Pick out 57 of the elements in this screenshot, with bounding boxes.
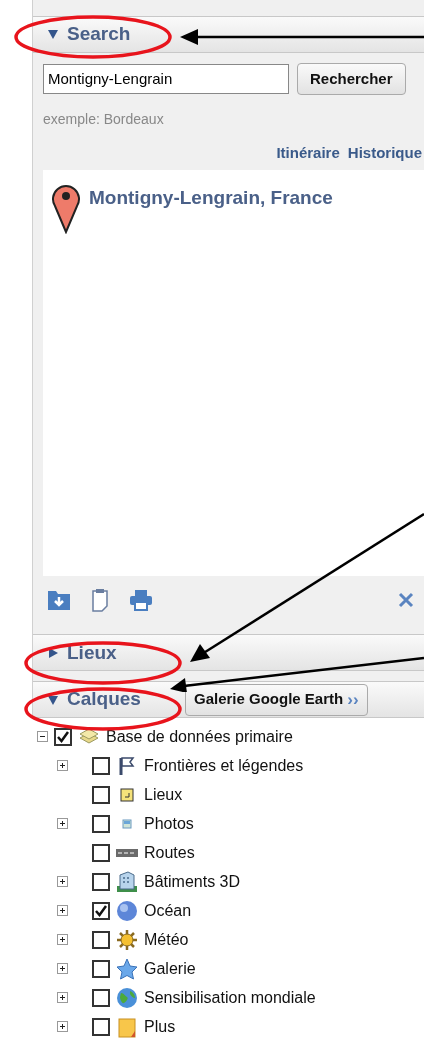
layer-checkbox[interactable] (92, 901, 110, 920)
search-hint: exemple: Bordeaux (43, 109, 164, 129)
layer-label[interactable]: Plus (144, 1014, 176, 1039)
earth-icon (116, 986, 138, 1009)
layer-checkbox[interactable] (54, 727, 72, 746)
collapse-triangle-icon[interactable] (47, 693, 59, 706)
layer-checkbox[interactable] (92, 785, 110, 804)
close-icon[interactable] (398, 591, 414, 608)
expand-icon[interactable] (57, 934, 68, 945)
print-icon[interactable] (129, 588, 153, 611)
expand-icon[interactable] (57, 876, 68, 887)
layer-label[interactable]: Routes (144, 840, 195, 865)
folder-download-icon[interactable] (47, 588, 71, 611)
search-field[interactable]: Montigny-Lengrain (43, 63, 289, 94)
expand-icon[interactable] (57, 1021, 68, 1032)
section-toggle[interactable]: Lieux (43, 637, 169, 668)
link[interactable]: Itinéraire (276, 141, 340, 165)
result-title[interactable]: Montigny-Lengrain, France (89, 184, 333, 213)
sun-icon (116, 928, 138, 951)
layer-label[interactable]: Base de données primaire (106, 724, 293, 749)
checkmark-icon (95, 904, 107, 917)
layer-checkbox[interactable] (92, 843, 110, 862)
layer-label[interactable]: Océan (144, 898, 192, 923)
collapse-icon[interactable] (37, 731, 48, 742)
clipboard-icon[interactable] (91, 587, 109, 612)
layer-label[interactable]: Sensibilisation mondiale (144, 985, 316, 1010)
link[interactable]: Historique (347, 141, 422, 165)
map-pin-icon (51, 182, 81, 235)
layer-label[interactable]: Photos (144, 811, 194, 836)
gallery-button[interactable]: Galerie Google Earth ›› (185, 683, 368, 716)
layer-checkbox[interactable] (92, 814, 110, 833)
expand-icon[interactable] (57, 760, 68, 771)
layer-checkbox[interactable] (92, 930, 110, 949)
collapse-triangle-icon[interactable] (47, 28, 59, 41)
search-button[interactable]: Rechercher (297, 62, 406, 95)
section-toggle[interactable]: Calques (43, 684, 169, 715)
layer-label[interactable]: Bâtiments 3D (144, 869, 241, 894)
expand-icon[interactable] (57, 818, 68, 829)
layer-checkbox[interactable] (92, 959, 110, 978)
expand-icon[interactable] (57, 905, 68, 916)
layer-label[interactable]: Météo (144, 927, 189, 952)
layer-label[interactable]: Frontières et légendes (144, 753, 304, 778)
chevron-label: ›› (347, 688, 359, 711)
layer-checkbox[interactable] (92, 872, 110, 891)
building-icon (116, 870, 138, 893)
checkmark-icon (57, 730, 69, 743)
layer-label[interactable]: Lieux (144, 782, 183, 807)
gallery-label: Galerie Google Earth (194, 689, 344, 710)
globe-icon (116, 899, 138, 922)
expand-icon[interactable] (57, 963, 68, 974)
expand-icon[interactable] (57, 992, 68, 1003)
layer-checkbox[interactable] (92, 756, 110, 775)
layer-checkbox[interactable] (92, 988, 110, 1007)
star-icon (116, 957, 138, 980)
layer-checkbox[interactable] (92, 1017, 110, 1036)
folder-icon (116, 1015, 138, 1038)
layer-label[interactable]: Galerie (144, 956, 196, 981)
